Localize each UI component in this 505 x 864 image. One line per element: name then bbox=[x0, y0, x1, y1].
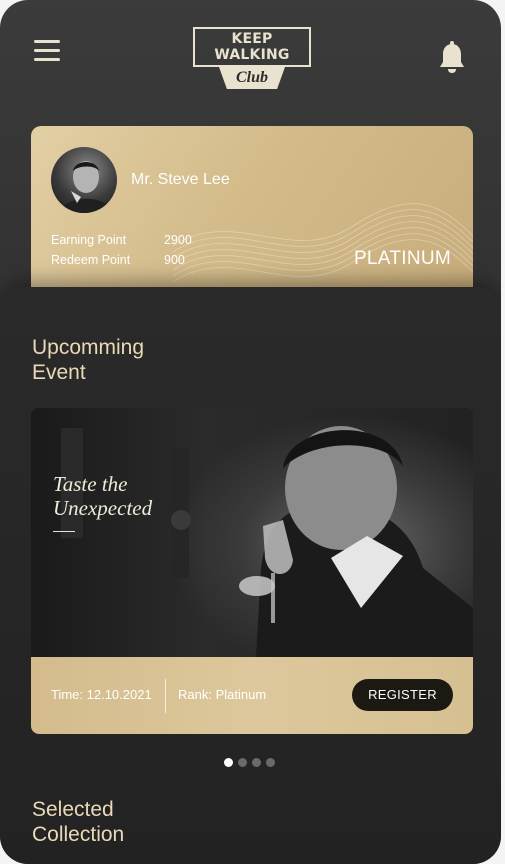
earning-point-row: Earning Point 2900 bbox=[51, 233, 192, 247]
logo-text-bottom: Club bbox=[219, 67, 285, 89]
pager-dot-3[interactable] bbox=[252, 758, 261, 767]
redeem-point-value: 900 bbox=[164, 253, 185, 267]
membership-tier: PLATINUM bbox=[353, 248, 451, 269]
app-screen: KEEP WALKING Club Mr. Steve Lee Earning … bbox=[0, 0, 501, 864]
tagline-line2: Unexpected bbox=[53, 496, 153, 520]
membership-card[interactable]: Mr. Steve Lee Earning Point 2900 Redeem … bbox=[31, 126, 473, 296]
upcoming-title-line2: Event bbox=[32, 361, 86, 384]
earning-point-label: Earning Point bbox=[51, 233, 127, 247]
carousel-pager bbox=[224, 758, 280, 768]
pager-dot-1[interactable] bbox=[224, 758, 233, 767]
redeem-point-row: Redeem Point 900 bbox=[51, 253, 185, 267]
selected-collection-title: Selected Collection bbox=[32, 797, 232, 847]
bell-icon[interactable] bbox=[437, 41, 467, 75]
hamburger-menu-icon[interactable] bbox=[34, 40, 60, 64]
earning-point-value: 2900 bbox=[164, 233, 192, 247]
selected-title-line2: Collection bbox=[32, 823, 125, 846]
avatar[interactable] bbox=[51, 147, 117, 213]
upcoming-event-title: Upcomming Event bbox=[32, 335, 232, 385]
event-time: Time: 12.10.2021 bbox=[51, 687, 152, 702]
upcoming-title-line1: Upcomming bbox=[32, 336, 145, 359]
content-sheet: Upcomming Event Taste the Unexpected Tim… bbox=[0, 287, 501, 864]
event-image: Taste the Unexpected bbox=[31, 408, 473, 657]
tagline-underline bbox=[53, 531, 75, 532]
event-info-divider bbox=[165, 679, 166, 713]
member-name: Mr. Steve Lee bbox=[131, 171, 230, 188]
tagline-line1: Taste the bbox=[53, 472, 128, 496]
logo-text-top: KEEP WALKING bbox=[193, 27, 311, 67]
pager-dot-2[interactable] bbox=[238, 758, 247, 767]
redeem-point-label: Redeem Point bbox=[51, 253, 131, 267]
event-info-bar: Time: 12.10.2021 Rank: Platinum REGISTER bbox=[31, 657, 473, 734]
event-card[interactable]: Taste the Unexpected Time: 12.10.2021 Ra… bbox=[31, 408, 473, 734]
selected-title-line1: Selected bbox=[32, 798, 114, 821]
keep-walking-club-logo: KEEP WALKING Club bbox=[193, 27, 311, 89]
pager-dot-4[interactable] bbox=[266, 758, 275, 767]
event-tagline: Taste the Unexpected bbox=[53, 472, 152, 520]
register-button[interactable]: REGISTER bbox=[352, 679, 453, 711]
event-rank: Rank: Platinum bbox=[178, 687, 267, 702]
